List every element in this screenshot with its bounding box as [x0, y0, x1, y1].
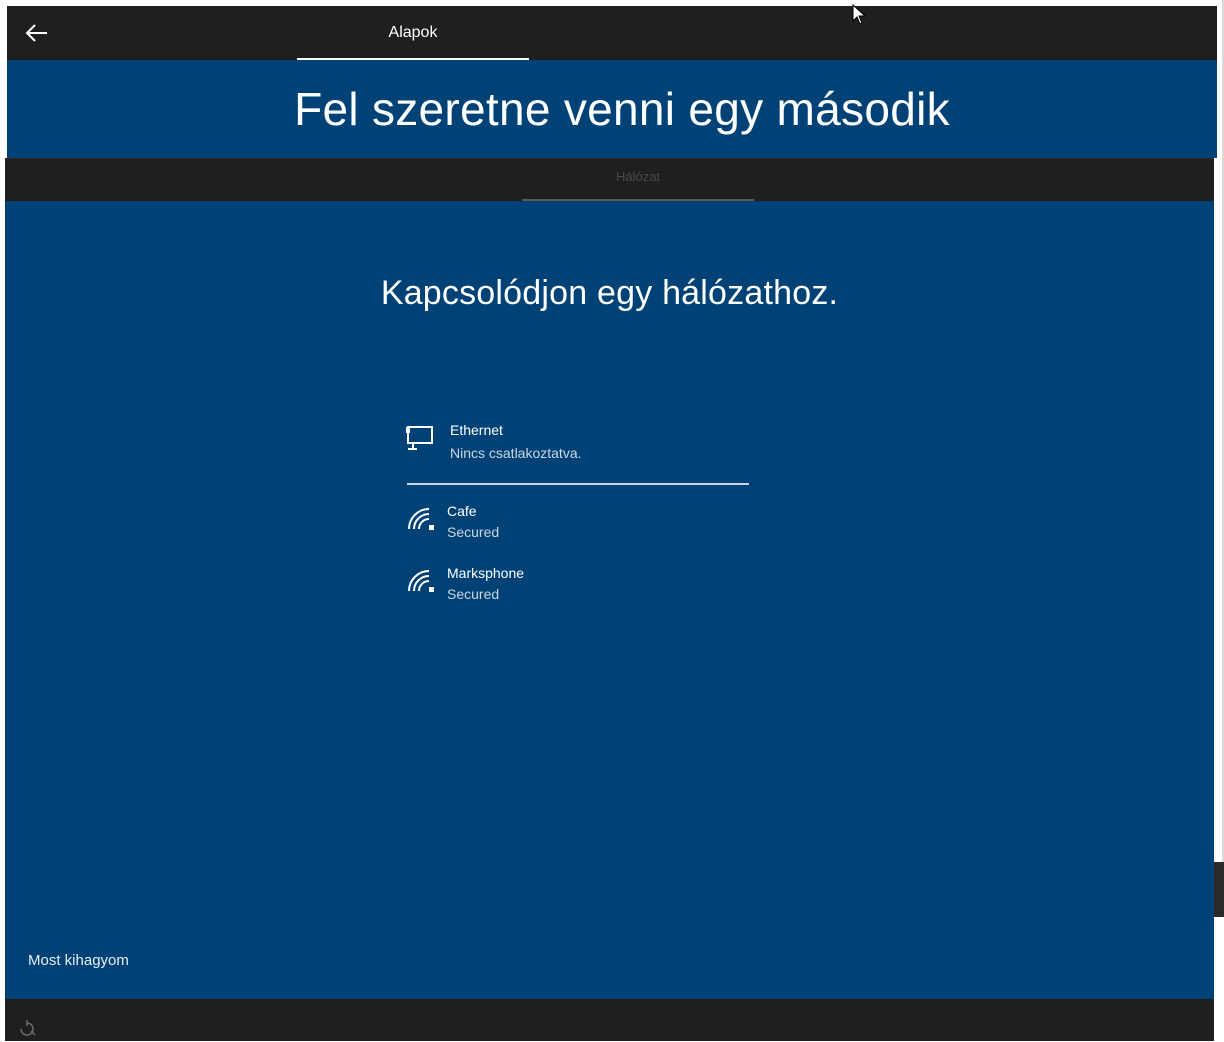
skip-for-now-link[interactable]: Most kihagyom	[28, 952, 129, 969]
ease-of-access-icon[interactable]	[17, 1017, 37, 1037]
screen: Alapok Fel szeretne venni egy második Há…	[0, 0, 1224, 1041]
divider	[407, 483, 749, 485]
mouse-cursor-icon	[852, 3, 868, 26]
ethernet-icon	[405, 423, 435, 453]
wifi-secured-icon	[405, 567, 435, 597]
edge-block	[1214, 862, 1224, 917]
network-status: Secured	[447, 586, 500, 602]
back-window-top-bar: Alapok	[7, 6, 1217, 60]
tab-alapok[interactable]: Alapok	[297, 6, 529, 60]
bottom-bar	[5, 999, 1214, 1041]
wifi-secured-icon	[405, 505, 435, 535]
back-window-content: Fel szeretne venni egy második	[7, 60, 1217, 158]
tab-halozat[interactable]: Hálózat	[522, 159, 754, 199]
front-window-top-bar: Hálózat	[5, 158, 1214, 202]
network-item-marksphone[interactable]: Marksphone Secured	[405, 561, 750, 623]
network-name: Cafe	[447, 503, 477, 519]
front-window-content: Kapcsolódjon egy hálózathoz. Ethernet Ni…	[5, 201, 1214, 999]
network-name: Marksphone	[447, 565, 525, 581]
back-arrow-icon[interactable]	[21, 18, 51, 48]
back-window-title: Fel szeretne venni egy második	[294, 83, 950, 135]
network-list: Ethernet Nincs csatlakoztatva. Cafe Secu…	[405, 417, 750, 623]
page-title: Kapcsolódjon egy hálózathoz.	[380, 274, 839, 312]
network-name: Ethernet	[450, 422, 503, 438]
network-status: Secured	[447, 524, 500, 540]
network-status: Nincs csatlakoztatva.	[450, 445, 582, 461]
network-item-cafe[interactable]: Cafe Secured	[405, 499, 750, 561]
network-item-ethernet[interactable]: Ethernet Nincs csatlakoztatva.	[405, 417, 750, 467]
